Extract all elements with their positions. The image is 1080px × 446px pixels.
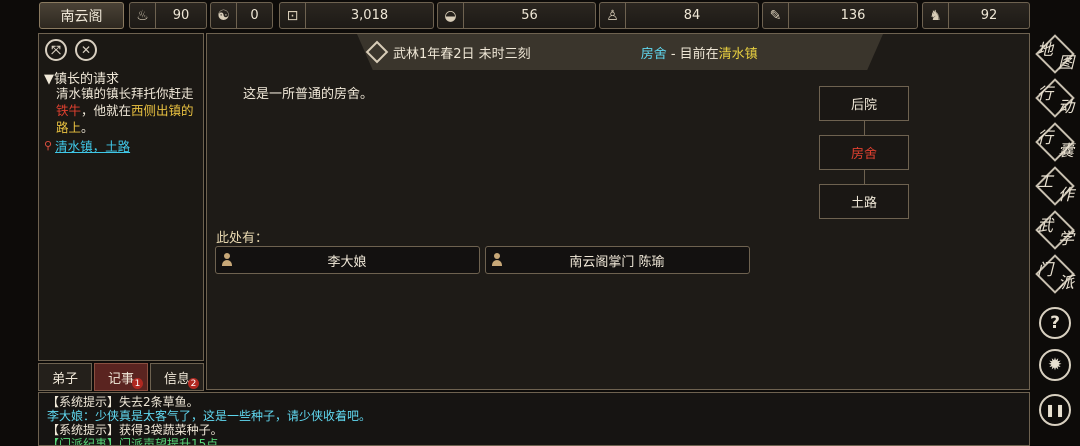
- quest-text: 清水镇的镇长拜托你赶走: [56, 86, 194, 101]
- quest-target: 铁牛: [56, 103, 82, 118]
- room-current[interactable]: 房舍: [819, 135, 909, 170]
- rice-bowl-icon: ◒: [438, 3, 464, 28]
- room-dirt-road[interactable]: 土路: [819, 184, 909, 219]
- stat-value: 0: [250, 8, 259, 23]
- menu-char: 派: [1057, 273, 1074, 292]
- tab-journal[interactable]: 记事 1: [94, 363, 148, 391]
- person-icon: [491, 253, 503, 267]
- menu-map-button[interactable]: 地 图: [1035, 33, 1075, 75]
- tab-label: 信息: [163, 371, 190, 387]
- stat-value: 90: [172, 8, 190, 23]
- notification-badge: 1: [132, 378, 143, 389]
- menu-sect-button[interactable]: 门 派: [1035, 253, 1075, 295]
- menu-char: 地: [1037, 40, 1054, 59]
- menu-char: 行: [1037, 84, 1054, 103]
- log-line: 【系统提示】获得3袋蔬菜种子。: [47, 423, 223, 437]
- lion-icon: ♞: [923, 3, 949, 28]
- npc-name: 李大娘: [327, 254, 367, 270]
- stat-value: 56: [521, 8, 538, 23]
- location-description: 这是一所普通的房舍。: [243, 87, 374, 102]
- menu-char: 武: [1037, 216, 1054, 235]
- stat-value: 136: [840, 8, 866, 23]
- stat-scrolls[interactable]: ✎ 136: [762, 2, 918, 29]
- location-name: 房舍: [640, 46, 667, 62]
- current-location: 房舍 - 目前在清水镇: [641, 43, 758, 62]
- location-panel: 武林1年春2日 未时三刻 房舍 - 目前在清水镇 这是一所普通的房舍。 后院 房…: [206, 33, 1030, 390]
- log-line: 【系统提示】失去2条草鱼。: [47, 395, 199, 409]
- gourd-icon: ♨: [130, 3, 156, 28]
- menu-char: 门: [1037, 260, 1054, 279]
- quest-text: ，他就在: [81, 103, 132, 118]
- room-connector: [864, 121, 865, 135]
- coin-icon: ⊡: [280, 3, 306, 28]
- quest-location-link[interactable]: ⚲ 清水镇，土路: [44, 136, 130, 155]
- menu-char: 工: [1037, 172, 1054, 191]
- location-separator: - 目前在: [666, 46, 719, 62]
- scroll-icon: ✎: [763, 3, 789, 28]
- message-log[interactable]: 【系统提示】失去2条草鱼。 李大娘：少侠真是太客气了，这是一些种子，请少侠收着吧…: [38, 392, 1030, 446]
- menu-char: 作: [1057, 185, 1074, 204]
- right-menu: 地 图 行 动 行 囊 工 作 武 学 门 派 ? ✹ ❚❚: [1033, 33, 1078, 446]
- menu-inventory-button[interactable]: 行 囊: [1035, 121, 1075, 163]
- menu-action-button[interactable]: 行 动: [1035, 77, 1075, 119]
- diamond-icon: [365, 40, 389, 64]
- tab-label: 记事: [107, 371, 134, 387]
- quest-text: 。: [81, 120, 94, 135]
- menu-char: 囊: [1057, 141, 1074, 160]
- stat-morality[interactable]: ☯ 0: [210, 2, 273, 29]
- help-icon[interactable]: ?: [1039, 307, 1071, 339]
- person-meditate-icon: ♙: [600, 3, 626, 28]
- stat-money[interactable]: ⊡ 3,018: [279, 2, 434, 29]
- present-label: 此处有：: [216, 231, 269, 246]
- settings-icon[interactable]: ✹: [1039, 349, 1071, 381]
- npc-button[interactable]: 李大娘: [215, 246, 480, 274]
- pause-icon[interactable]: ❚❚: [1039, 394, 1071, 426]
- stat-beasts[interactable]: ♞ 92: [922, 2, 1030, 29]
- stat-food[interactable]: ◒ 56: [437, 2, 596, 29]
- notification-badge: 2: [188, 378, 199, 389]
- yin-yang-icon: ☯: [211, 3, 237, 28]
- npc-name: 南云阁掌门 陈瑜: [569, 254, 665, 270]
- stat-value: 3,018: [350, 8, 389, 23]
- tab-disciples[interactable]: 弟子: [38, 363, 92, 391]
- log-line: 李大娘：少侠真是太客气了，这是一些种子，请少侠收着吧。: [47, 409, 372, 423]
- menu-char: 行: [1037, 128, 1054, 147]
- log-line: 【门派纪事】门派声望提升15点。: [47, 437, 231, 446]
- menu-char: 动: [1057, 97, 1074, 116]
- stat-reputation[interactable]: ♨ 90: [129, 2, 207, 29]
- tab-messages[interactable]: 信息 2: [150, 363, 204, 391]
- room-connector: [864, 170, 865, 184]
- left-tabs: 弟子 记事 1 信息 2: [38, 363, 204, 391]
- expand-icon[interactable]: ⤧: [45, 39, 67, 61]
- close-icon[interactable]: ✕: [75, 39, 97, 61]
- stat-value: 84: [683, 8, 701, 23]
- room-backyard[interactable]: 后院: [819, 86, 909, 121]
- stat-value: 92: [980, 8, 998, 23]
- menu-work-button[interactable]: 工 作: [1035, 165, 1075, 207]
- quest-description: 清水镇的镇长拜托你赶走铁牛，他就在西侧出镇的路上。: [56, 85, 202, 136]
- location-header: 武林1年春2日 未时三刻 房舍 - 目前在清水镇: [357, 34, 883, 70]
- menu-char: 图: [1057, 53, 1074, 72]
- sect-name-button[interactable]: 南云阁: [39, 2, 124, 29]
- game-date: 武林1年春2日 未时三刻: [393, 46, 531, 62]
- tab-label: 弟子: [51, 371, 78, 387]
- map-pin-icon: ⚲: [44, 139, 53, 152]
- npc-button[interactable]: 南云阁掌门 陈瑜: [485, 246, 750, 274]
- menu-char: 学: [1057, 229, 1074, 248]
- town-name: 清水镇: [718, 46, 758, 62]
- quest-location[interactable]: 清水镇，土路: [55, 136, 130, 155]
- person-icon: [221, 253, 233, 267]
- stat-cultivation[interactable]: ♙ 84: [599, 2, 759, 29]
- menu-martial-arts-button[interactable]: 武 学: [1035, 209, 1075, 251]
- quest-panel: ⤧ ✕ ▼镇长的请求 清水镇的镇长拜托你赶走铁牛，他就在西侧出镇的路上。 ⚲ 清…: [38, 33, 204, 361]
- top-stat-bar: 南云阁 ♨ 90 ☯ 0 ⊡ 3,018 ◒ 56 ♙ 84 ✎ 136 ♞ 9…: [0, 0, 1080, 31]
